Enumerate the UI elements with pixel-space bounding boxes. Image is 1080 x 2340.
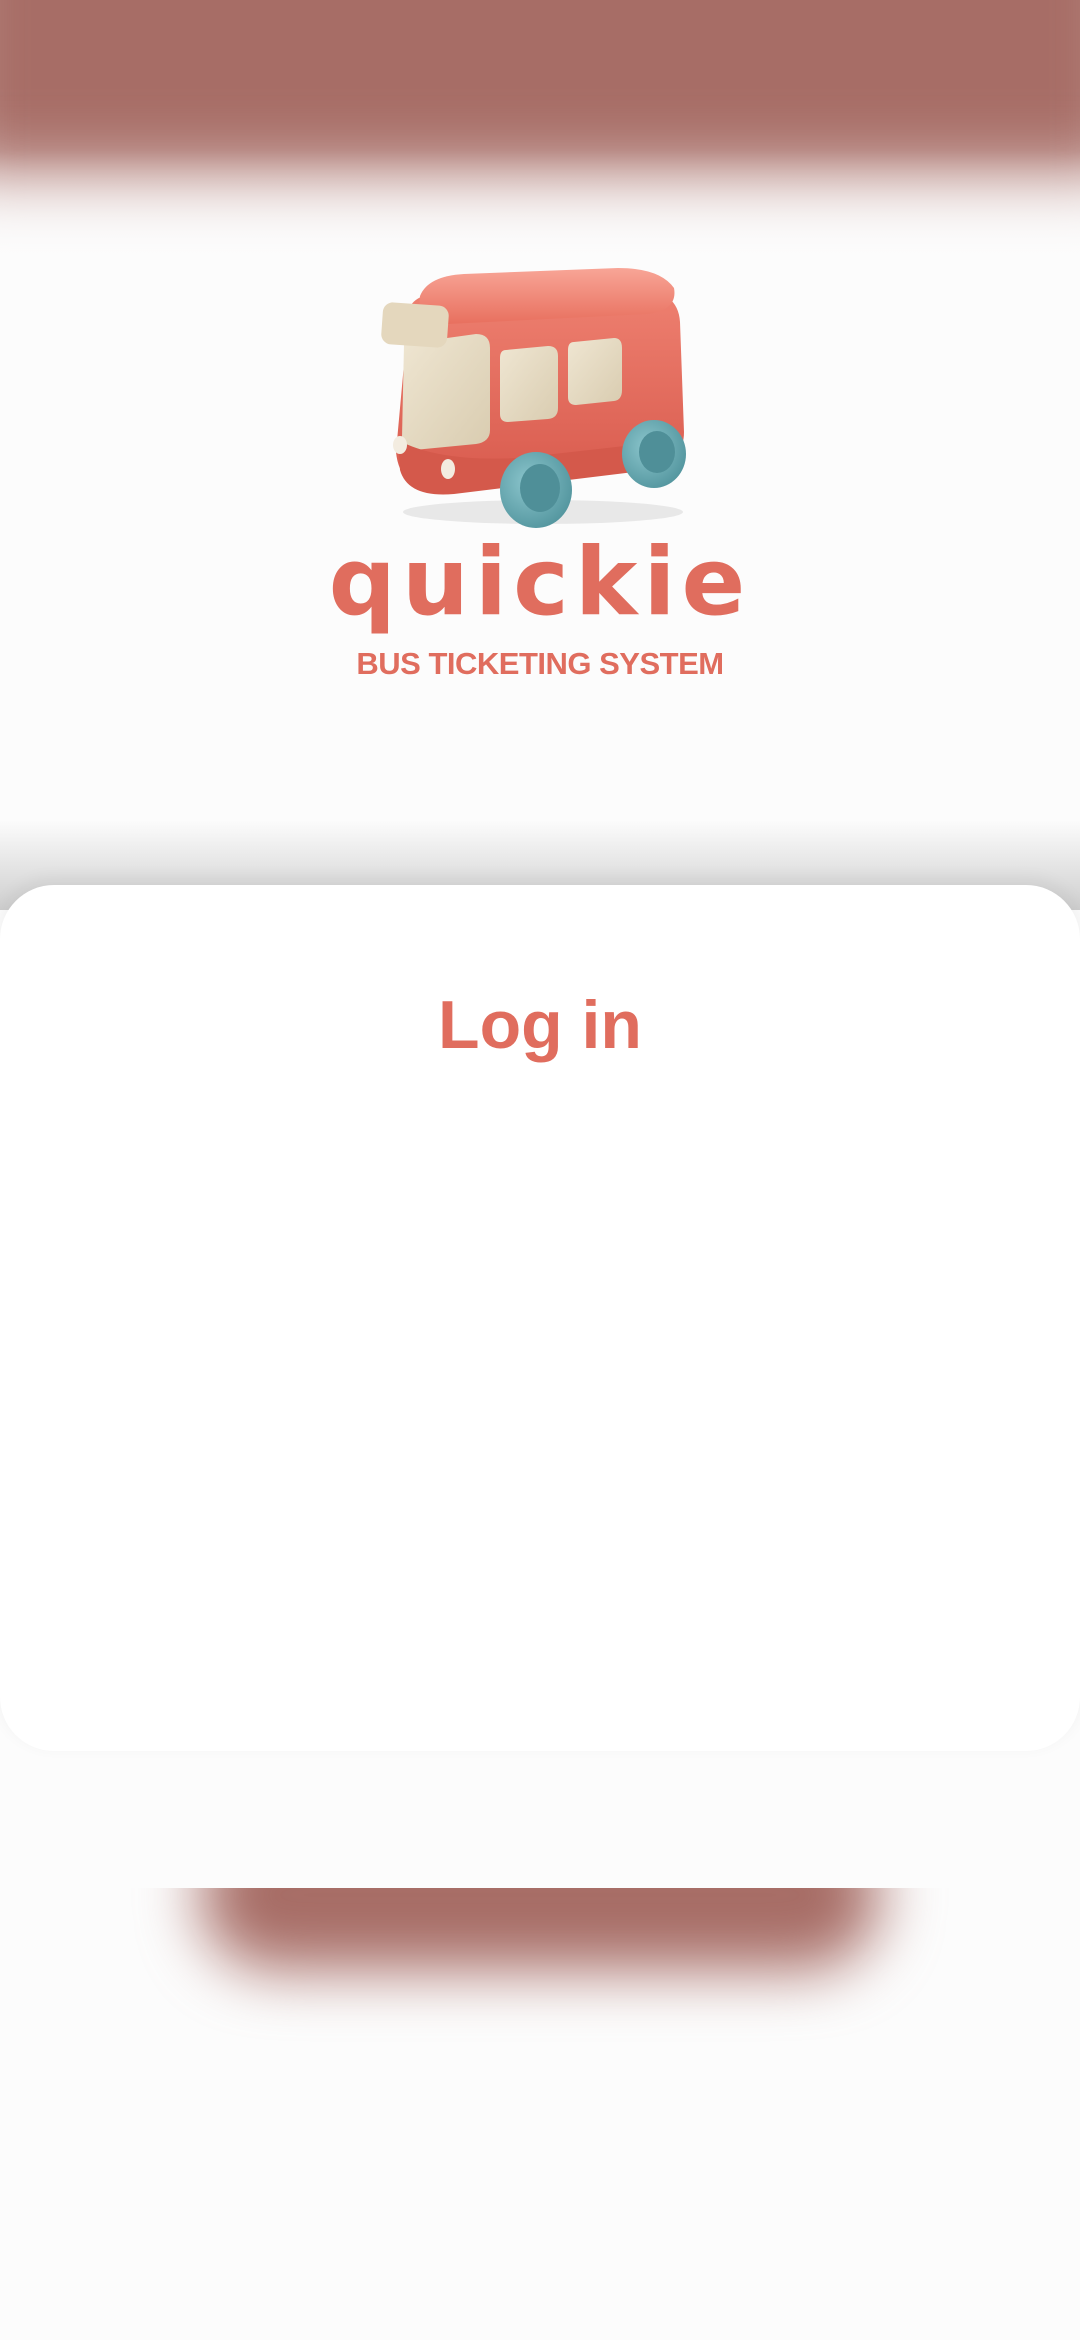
bus-icon xyxy=(381,268,686,528)
login-title: Log in xyxy=(438,987,642,1063)
login-screen: quickie BUS TICKETING SYSTEM Log in xyxy=(0,0,1080,2340)
brand-name: quickie xyxy=(328,528,752,637)
brand-tagline: BUS TICKETING SYSTEM xyxy=(356,646,724,681)
